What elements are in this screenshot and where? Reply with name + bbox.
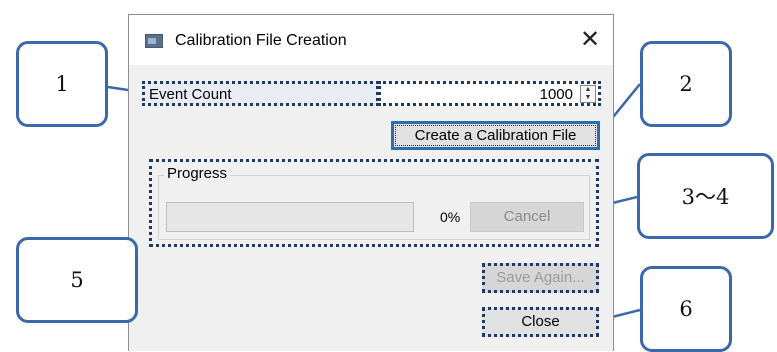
title-bar: Calibration File Creation ✕ bbox=[129, 15, 613, 65]
window-close-icon[interactable]: ✕ bbox=[575, 25, 605, 55]
calibration-dialog: Calibration File Creation ✕ Event Count … bbox=[128, 14, 614, 351]
cancel-button[interactable]: Cancel bbox=[470, 202, 584, 232]
progress-bar bbox=[166, 202, 414, 232]
spin-down-icon[interactable]: ▼ bbox=[581, 94, 595, 102]
window-title: Calibration File Creation bbox=[175, 32, 347, 49]
progress-group-title: Progress bbox=[164, 165, 231, 182]
event-count-spinner[interactable]: 1000 ▲ ▼ bbox=[378, 81, 601, 106]
progress-group: Progress 0% Cancel bbox=[149, 159, 599, 247]
spin-arrows[interactable]: ▲ ▼ bbox=[580, 85, 596, 103]
close-button[interactable]: Close bbox=[482, 307, 599, 337]
progress-percent: 0% bbox=[440, 209, 461, 225]
callout-6: 6 bbox=[640, 266, 732, 352]
app-window-icon bbox=[145, 34, 163, 48]
event-count-label: Event Count bbox=[149, 86, 232, 103]
event-count-value[interactable]: 1000 bbox=[540, 86, 573, 103]
callout-2: 2 bbox=[640, 41, 732, 127]
callout-3-4: 3～4 bbox=[637, 153, 774, 239]
event-count-label-row: Event Count bbox=[142, 81, 379, 106]
callout-1: 1 bbox=[16, 41, 108, 127]
callout-5: 5 bbox=[16, 237, 138, 323]
save-again-button[interactable]: Save Again... bbox=[482, 263, 599, 293]
spin-up-icon[interactable]: ▲ bbox=[581, 86, 595, 94]
create-calibration-file-button[interactable]: Create a Calibration File bbox=[391, 121, 600, 150]
